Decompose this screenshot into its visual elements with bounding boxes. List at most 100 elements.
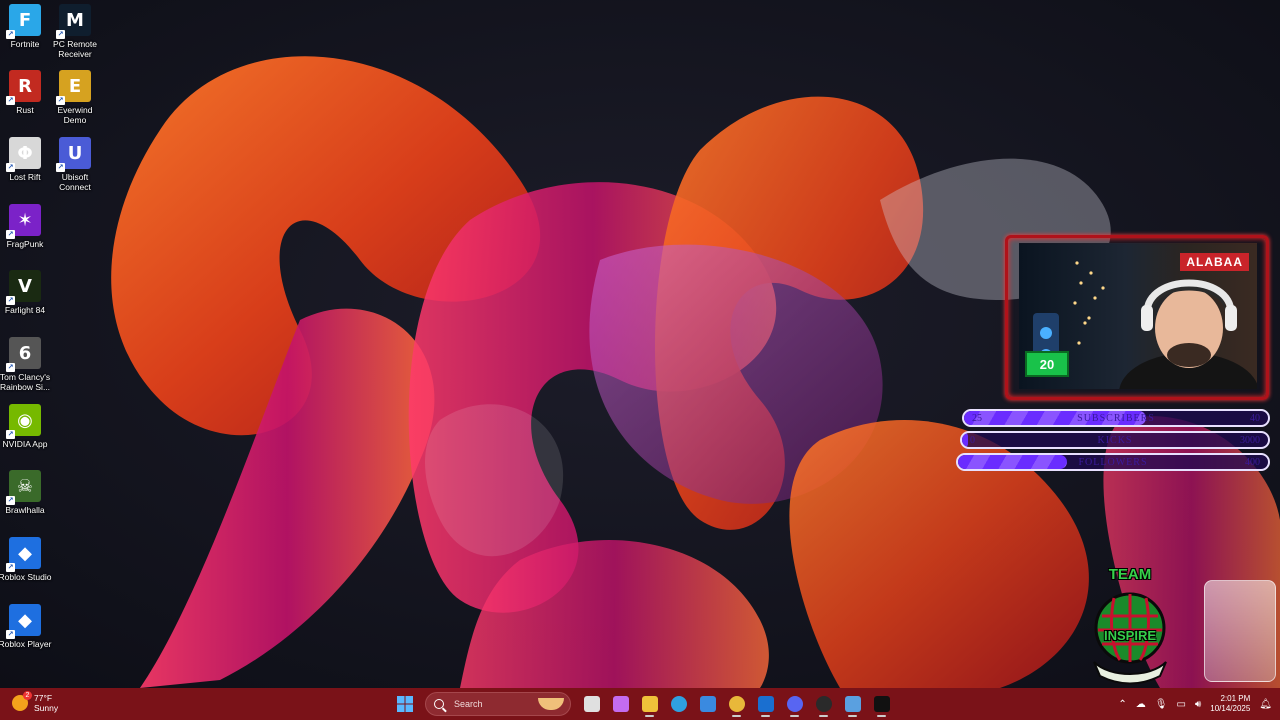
store-icon (699, 696, 716, 712)
app-icon: ◆ ↗ (6, 537, 41, 572)
running-indicator (645, 715, 654, 717)
edge-icon (670, 696, 687, 712)
clock[interactable]: 2:01 PM 10/14/2025 (1210, 694, 1250, 714)
weather-condition: Sunny (34, 703, 59, 713)
windows-logo-icon (396, 696, 413, 712)
taskbar-photos[interactable] (840, 691, 865, 717)
taskbar-file-explorer[interactable] (637, 691, 662, 717)
desktop-icon-label: Roblox Player (0, 639, 52, 649)
desktop-icon-fragpunk[interactable]: ✶ ↗ FragPunk (0, 204, 50, 249)
desktop-icon-everwind-demo[interactable]: E ↗ Everwind Demo (50, 70, 100, 125)
desktop-icon-label: Everwind Demo (57, 105, 93, 125)
desktop-icon-roblox-player[interactable]: ◆ ↗ Roblox Player (0, 604, 52, 649)
system-tray: ⌃ ☁ 🎙︎ ▭ 🔊︎ 2:01 PM 10/14/2025 🔔︎ (1118, 688, 1272, 720)
taskbar-store[interactable] (695, 691, 720, 717)
desktop-icon-farlight-84[interactable]: V ↗ Farlight 84 (0, 270, 50, 315)
discord-icon (786, 696, 803, 712)
app-icon: ◆ ↗ (6, 604, 41, 639)
obs-icon (815, 696, 832, 712)
shortcut-arrow-icon: ↗ (6, 430, 15, 439)
search-icon (434, 699, 444, 709)
cloud-icon[interactable]: ☁ (1136, 699, 1146, 710)
running-indicator (761, 715, 770, 717)
logo-text-bottom: INSPIRE (1103, 628, 1156, 643)
goal-bar-kicks: 0 KICKS 3000 (960, 431, 1270, 449)
desktop-icon-label: NVIDIA App (2, 439, 48, 449)
team-inspire-logo: TEAM INSPIRE (1080, 566, 1180, 686)
app-icon: 6 ↗ (6, 337, 41, 372)
taskbar-discord[interactable] (782, 691, 807, 717)
taskbar-epic-games[interactable] (869, 691, 894, 717)
goal-bar-followers: FOLLOWERS 400 (956, 453, 1270, 471)
search-input[interactable] (452, 698, 536, 710)
desktop-icon-pc-remote-receiver[interactable]: M ↗ PC Remote Receiver (50, 4, 100, 59)
app-icon: M ↗ (56, 4, 91, 39)
shortcut-arrow-icon: ↗ (56, 163, 65, 172)
taskbar-outlook[interactable] (753, 691, 778, 717)
desktop-icon-roblox-studio[interactable]: ◆ ↗ Roblox Studio (0, 537, 51, 582)
shortcut-arrow-icon: ↗ (6, 363, 15, 372)
desktop-icon-label: Lost Rift (9, 172, 41, 182)
desktop-icon-rust[interactable]: R ↗ Rust (0, 70, 50, 115)
desktop-icon-label: PC Remote Receiver (53, 39, 97, 59)
outlook-icon (757, 696, 774, 712)
app-icon: U ↗ (56, 137, 91, 172)
shortcut-arrow-icon: ↗ (6, 163, 15, 172)
goal-bar-target: 40 (1250, 413, 1260, 424)
sun-icon: 2 (12, 691, 32, 711)
webcam-overlay: ALABAA 20 (1005, 235, 1269, 400)
running-indicator (819, 715, 828, 717)
weather-temperature: 77°F (34, 693, 53, 703)
goal-bar-target: 400 (1245, 457, 1260, 468)
shortcut-arrow-icon: ↗ (6, 630, 15, 639)
app-icon: F ↗ (6, 4, 41, 39)
clock-time: 2:01 PM (1220, 694, 1251, 703)
goal-bar-name: SUBSCRIBERS (1077, 413, 1155, 424)
shortcut-arrow-icon: ↗ (6, 496, 15, 505)
taskbar-copilot[interactable] (608, 691, 633, 717)
taskbar-task-view[interactable] (579, 691, 604, 717)
app-icon: V ↗ (6, 270, 41, 305)
desktop-icon-tom-clancy-s-rainbow-si[interactable]: 6 ↗ Tom Clancy's Rainbow Si... (0, 337, 50, 392)
network-icon[interactable]: ▭ (1176, 699, 1185, 710)
chevron-up-icon[interactable]: ⌃ (1118, 699, 1126, 710)
desktop-icon-nvidia-app[interactable]: ◉ ↗ NVIDIA App (0, 404, 50, 449)
taskbar-obs[interactable] (811, 691, 836, 717)
running-indicator (790, 715, 799, 717)
shortcut-arrow-icon: ↗ (6, 296, 15, 305)
taskbar-apps (392, 690, 894, 718)
desktop-icon-label: Tom Clancy's Rainbow Si... (0, 372, 51, 392)
app-icon: ◉ ↗ (6, 404, 41, 439)
weather-widget[interactable]: 2 77°F Sunny (12, 691, 59, 713)
goal-bars: 25 SUBSCRIBERS 40 0 KICKS 3000 FOLLOWERS 400 (956, 409, 1276, 475)
epic-games-icon (873, 696, 890, 712)
search-highlight-icon (538, 698, 564, 710)
microphone-icon[interactable]: 🎙︎ (1155, 699, 1168, 710)
app-icon: Φ ↗ (6, 137, 41, 172)
shortcut-arrow-icon: ↗ (56, 96, 65, 105)
taskbar-chrome[interactable] (724, 691, 749, 717)
app-icon: E ↗ (56, 70, 91, 105)
desktop-icon-lost-rift[interactable]: Φ ↗ Lost Rift (0, 137, 50, 182)
start-button[interactable] (392, 691, 417, 717)
desktop-icon-brawlhalla[interactable]: ☠ ↗ Brawlhalla (0, 470, 50, 515)
glass-cup-image (1204, 580, 1276, 682)
goal-bar-subscribers: 25 SUBSCRIBERS 40 (962, 409, 1270, 427)
weather-alert-badge: 2 (23, 691, 32, 700)
desktop-icon-fortnite[interactable]: F ↗ Fortnite (0, 4, 50, 49)
desktop-icon-ubisoft-connect[interactable]: U ↗ Ubisoft Connect (50, 137, 100, 192)
clock-date: 10/14/2025 (1210, 704, 1251, 713)
taskbar-edge[interactable] (666, 691, 691, 717)
logo-text-top: TEAM (1108, 566, 1152, 583)
shortcut-arrow-icon: ↗ (6, 563, 15, 572)
notification-bell-icon[interactable]: 🔔︎ (1259, 699, 1272, 710)
volume-icon[interactable]: 🔊︎ (1195, 699, 1201, 710)
photos-icon (844, 696, 861, 712)
desktop-icon-label: Fortnite (10, 39, 40, 49)
shortcut-arrow-icon: ↗ (6, 230, 15, 239)
taskbar-search[interactable] (425, 692, 571, 716)
desktop-icon-label: Rust (16, 105, 34, 115)
file-explorer-icon (641, 696, 658, 712)
running-indicator (848, 715, 857, 717)
goal-bar-name: FOLLOWERS (1078, 457, 1148, 468)
